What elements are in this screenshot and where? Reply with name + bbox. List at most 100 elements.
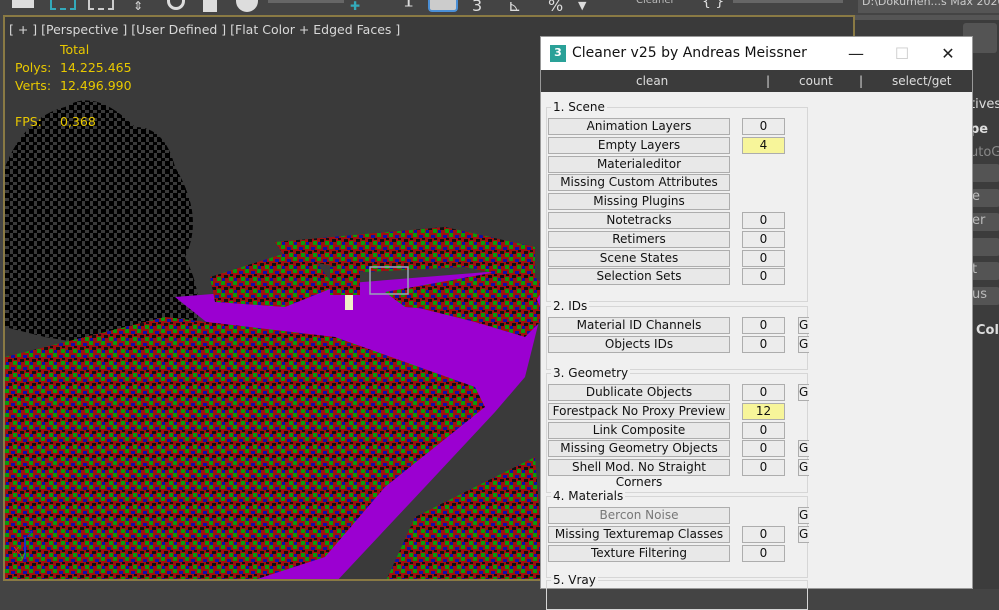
panel-button-2[interactable]: e (970, 189, 999, 207)
panel-button-3[interactable]: er (970, 213, 999, 231)
clean-button[interactable]: Retimers (548, 230, 730, 248)
clean-button[interactable]: Notetracks (548, 212, 730, 229)
main-toolbar: ⇕ ✚ ┸ 3 ⊾ % ▼ Cleaner { } (0, 0, 999, 14)
count-field: 0 (742, 421, 785, 439)
tree-silhouette (5, 100, 199, 347)
count-field: 0 (742, 212, 785, 229)
axis-y-label: y (19, 549, 26, 562)
close-button[interactable]: ✕ (925, 37, 971, 70)
select-object-icon[interactable] (12, 0, 34, 8)
panel-button-6[interactable]: us (970, 287, 999, 305)
name-field[interactable] (268, 0, 344, 3)
clean-button[interactable]: Missing Texturemap Classes (548, 525, 730, 543)
stats-fps-label: FPS: (15, 114, 42, 129)
count-field: 0 (742, 118, 785, 135)
angle-snap-icon[interactable]: 3 (472, 0, 482, 14)
rect-selection-icon[interactable] (50, 0, 76, 10)
stats-fps-value: 0,368 (60, 114, 96, 129)
snap-icon[interactable]: ✚ (350, 0, 360, 13)
group-label: 1. Scene (551, 100, 607, 114)
project-path-text: D:\Dokumen...s Max 2020 (862, 0, 999, 8)
column-header: clean | count | select/get (541, 70, 972, 92)
percent-icon[interactable]: % (548, 0, 563, 14)
count-field: 12 (742, 402, 785, 420)
select-button[interactable]: G (798, 384, 809, 401)
mirror-icon[interactable]: ┸ (405, 0, 412, 13)
group-label: 4. Materials (551, 489, 626, 503)
panel-button-5[interactable]: t (970, 262, 999, 280)
clean-button[interactable]: Selection Sets (548, 268, 730, 286)
search-field[interactable] (733, 0, 843, 3)
rotate-icon[interactable] (167, 0, 185, 10)
count-field: 0 (742, 459, 785, 477)
panel-text-autogrid[interactable]: utoG (970, 145, 999, 160)
dialog-titlebar[interactable]: 3 Cleaner v25 by Andreas Meissner — ☐ ✕ (541, 37, 972, 70)
count-field: 0 (742, 230, 785, 248)
clean-button[interactable]: Objects IDs (548, 335, 730, 353)
window-crossing-icon[interactable] (88, 0, 114, 10)
header-select-get: select/get (892, 74, 952, 88)
clean-button[interactable]: Missing Plugins (548, 193, 730, 211)
panel-text-color: Colo (976, 323, 999, 338)
minimize-button[interactable]: — (833, 37, 879, 70)
count-field: 0 (742, 249, 785, 267)
clean-button[interactable]: Material ID Channels (548, 317, 730, 334)
viewport-label[interactable]: [ + ] [Perspective ] [User Defined ] [Fl… (9, 22, 400, 37)
dialog-title: Cleaner v25 by Andreas Meissner (572, 45, 807, 61)
axis-gizmo: z x y (11, 527, 41, 567)
column (345, 294, 353, 310)
clean-button[interactable]: Bercon Noise (548, 507, 730, 524)
select-button[interactable]: G (798, 525, 809, 543)
stats-verts-value: 12.496.990 (60, 78, 132, 93)
percent-snap-icon[interactable]: ⊾ (508, 0, 521, 14)
snap-3-icon[interactable] (428, 0, 458, 12)
select-button[interactable]: G (798, 507, 809, 524)
count-field: 0 (742, 268, 785, 286)
header-separator-1: | (766, 74, 771, 88)
clean-button[interactable]: Shell Mod. No Straight Corners (548, 459, 730, 489)
stats-verts-label: Verts: (15, 78, 52, 93)
panel-text-primitives[interactable]: tives (970, 97, 999, 112)
sphere-icon[interactable] (236, 0, 258, 12)
clean-button[interactable]: Link Composite (548, 421, 730, 439)
clean-button[interactable]: Animation Layers (548, 118, 730, 135)
clean-button[interactable]: Missing Geometry Objects (548, 440, 730, 458)
stats-polys-value: 14.225.465 (60, 60, 132, 75)
group-label: 3. Geometry (551, 366, 631, 380)
count-field: 0 (742, 317, 785, 334)
scale-icon[interactable] (203, 0, 217, 12)
count-field: 0 (742, 335, 785, 353)
count-field: 4 (742, 136, 785, 154)
count-field: 0 (742, 384, 785, 401)
app-logo-icon: 3 (550, 45, 566, 62)
panel-button-1[interactable] (970, 164, 999, 182)
count-field: 0 (742, 544, 785, 562)
select-button[interactable]: G (798, 459, 809, 477)
curly-brackets-icon[interactable]: { } (702, 0, 724, 9)
dropdown-icon[interactable]: ▼ (578, 0, 586, 13)
clean-button[interactable]: Dublicate Objects (548, 384, 730, 401)
named-selection-dropdown[interactable]: Cleaner (636, 0, 675, 8)
header-count: count (799, 74, 833, 88)
select-button[interactable]: G (798, 317, 809, 334)
panel-button-4[interactable] (970, 238, 999, 256)
cleaner-dialog: 3 Cleaner v25 by Andreas Meissner — ☐ ✕ … (540, 36, 973, 610)
group-label: 5. Vray (551, 573, 598, 587)
count-field: 0 (742, 440, 785, 458)
clean-button[interactable]: Empty Layers (548, 136, 730, 154)
clean-button[interactable]: Scene States (548, 249, 730, 267)
clean-button[interactable]: Missing Custom Attributes (548, 174, 730, 192)
select-button[interactable]: G (798, 440, 809, 458)
project-path: D:\Dokumen...s Max 2020 (858, 0, 999, 13)
stats-polys-label: Polys: (15, 60, 52, 75)
clean-button[interactable]: Forestpack No Proxy Preview (548, 402, 730, 420)
select-button[interactable]: G (798, 335, 809, 353)
panel-button-6-label: us (972, 287, 988, 302)
stats-total-label: Total (60, 42, 90, 57)
maximize-button[interactable]: ☐ (879, 37, 925, 70)
clean-button[interactable]: Materialeditor (548, 155, 730, 173)
header-separator-2: | (859, 74, 864, 88)
axis-z-label: z (27, 527, 33, 540)
move-icon[interactable]: ⇕ (133, 0, 143, 13)
clean-button[interactable]: Texture Filtering (548, 544, 730, 562)
